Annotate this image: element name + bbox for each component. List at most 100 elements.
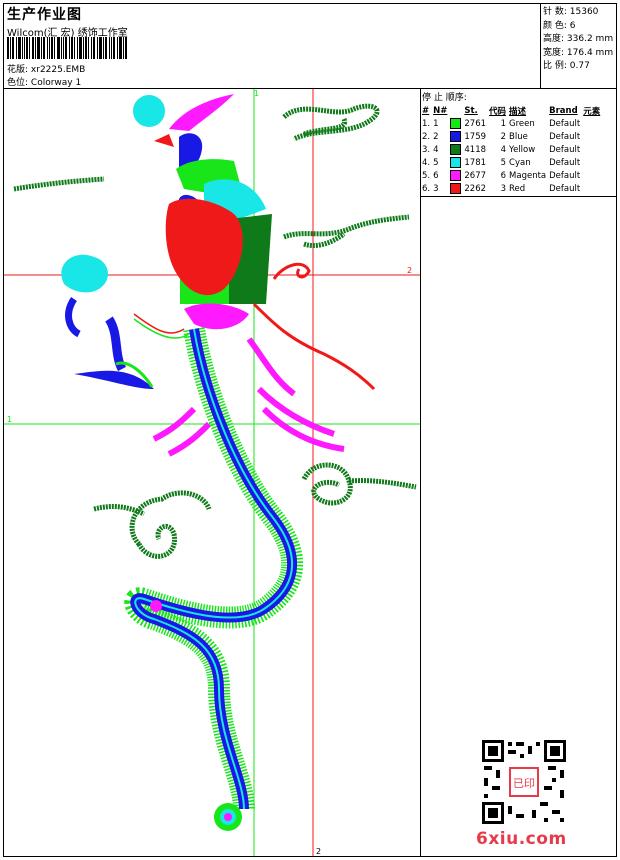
legend-cell-desc: Cyan [509,157,531,168]
legend-cell-brand: Default [549,144,581,155]
legend-cell-brand: Default [549,118,581,129]
color-swatch [450,183,462,194]
legend-cell-no: 2 [433,131,439,142]
legend-divider [420,196,617,197]
legend-cell-element [583,130,603,143]
legend-cell-st: 2677 [464,170,487,181]
legend-cell-no: 4 [433,144,439,155]
stat-height: 高度: 336.2 mm [543,34,614,44]
cloud-lower-right [301,462,417,506]
legend-cell-no: 1 [433,118,439,129]
legend-cell-desc: Magenta [509,170,547,181]
legend-row: 1. 1 2761 1 Green Default [422,117,603,130]
cloud-lower-left [93,490,212,559]
legend-cell-brand: Default [549,170,581,181]
seal-text: 已印 [513,777,535,790]
legend-cell-brand: Default [549,183,581,194]
guide-label-v2: 2 [316,847,321,856]
legend-title: 停 止 顺序: [422,93,467,103]
legend-cell-element [583,182,603,195]
color-swatch [450,131,462,142]
embroidery-canvas: 1 2 1 2 [4,89,420,856]
design-file-label: 花版: [7,65,29,75]
design-file-name: xr2225.EMB [30,65,86,75]
legend-cell-index: 4. [422,157,431,168]
color-swatch [450,118,462,129]
stats-divider [540,3,541,88]
cloud-mid-right [283,214,410,249]
legend-cell-index: 1. [422,118,431,129]
legend-cell-code: 4 [500,144,507,155]
stat-colors: 颜 色: 6 [543,20,576,31]
legend-row: 6. 3 2262 3 Red Default [422,182,603,195]
legend-cell-code: 2 [500,131,507,142]
legend-cell-code: 5 [500,157,507,168]
legend-cell-desc: Blue [509,131,528,142]
design-file-row: 花版: xr2225.EMB [7,62,85,75]
legend-cell-st: 2262 [464,183,487,194]
legend-col-element: 元素 [583,107,601,117]
legend-cell-no: 6 [433,170,439,181]
legend-row: 5. 6 2677 6 Magenta Default [422,169,603,182]
cloud-top-right [282,103,380,142]
legend-cell-index: 6. [422,183,431,194]
qr-code: 已印 [480,738,568,826]
phoenix-body [165,198,272,330]
legend-col-index: # [422,106,430,116]
legend-cell-brand: Default [549,131,581,142]
legend-cell-st: 2761 [464,118,487,129]
stat-stitches: 针 数: 15360 [543,7,599,17]
legend-cell-index: 5. [422,170,431,181]
site-watermark: 6xiu.com [476,829,567,849]
legend-cell-swatch [450,156,464,169]
color-swatch [450,144,462,155]
legend-cell-index: 3. [422,144,431,155]
legend-cell-swatch [450,117,464,130]
legend-cell-swatch [450,130,464,143]
legend-cell-code: 1 [500,118,507,129]
tail-feathers-magenta [152,337,345,457]
color-swatch [450,157,462,168]
legend-cell-element [583,156,603,169]
legend-cell-element [583,143,603,156]
canvas-divider [420,88,421,857]
legend-col-st: St. [464,106,478,116]
legend-cell-desc: Green [509,118,535,129]
legend-cell-element [583,169,603,182]
legend-col-desc: 描述 [509,107,527,117]
legend-col-no: N# [433,106,448,116]
legend-cell-no: 3 [433,183,439,194]
legend-cell-swatch [450,182,464,195]
legend-cell-st: 1781 [464,157,487,168]
legend-col-brand: Brand [549,106,578,116]
phoenix-tail [124,327,303,831]
legend-col-code: 代码 [489,107,507,117]
legend-cell-swatch [450,143,464,156]
stats-panel: 针 数: 15360 颜 色: 6 高度: 336.2 mm 宽度: 176.4… [543,6,613,74]
colorway-row: 色位: Colorway 1 [7,75,81,88]
cloud-left-branch [13,176,105,192]
stat-width: 宽度: 176.4 mm [543,47,614,58]
legend-col-swatch [450,105,464,117]
legend-cell-st: 1759 [464,131,487,142]
legend-cell-swatch [450,169,464,182]
stat-scale: 比 例: 0.77 [543,61,590,71]
guide-label-h1: 1 [7,415,12,424]
colorway-name: Colorway 1 [30,78,82,88]
stop-sequence-legend: 停 止 顺序: # N# St. 代码 描述 Brand 元素 1. 1 2761 1… [422,90,617,195]
legend-cell-index: 2. [422,131,431,142]
legend-row: 4. 5 1781 5 Cyan Default [422,156,603,169]
sheet-title: 生产作业图 [7,7,82,23]
legend-cell-desc: Yellow [509,144,536,155]
legend-cell-st: 4118 [464,144,487,155]
legend-cell-element [583,117,603,130]
legend-table: # N# St. 代码 描述 Brand 元素 1. 1 2761 1 Green Def… [422,105,603,195]
barcode [7,37,127,59]
legend-row: 2. 2 1759 2 Blue Default [422,130,603,143]
guide-label-h2: 2 [407,266,412,275]
legend-cell-code: 3 [500,183,507,194]
legend-cell-code: 6 [500,170,507,181]
legend-header-row: # N# St. 代码 描述 Brand 元素 [422,105,603,117]
colorway-label: 色位: [7,78,29,88]
legend-cell-brand: Default [549,157,581,168]
